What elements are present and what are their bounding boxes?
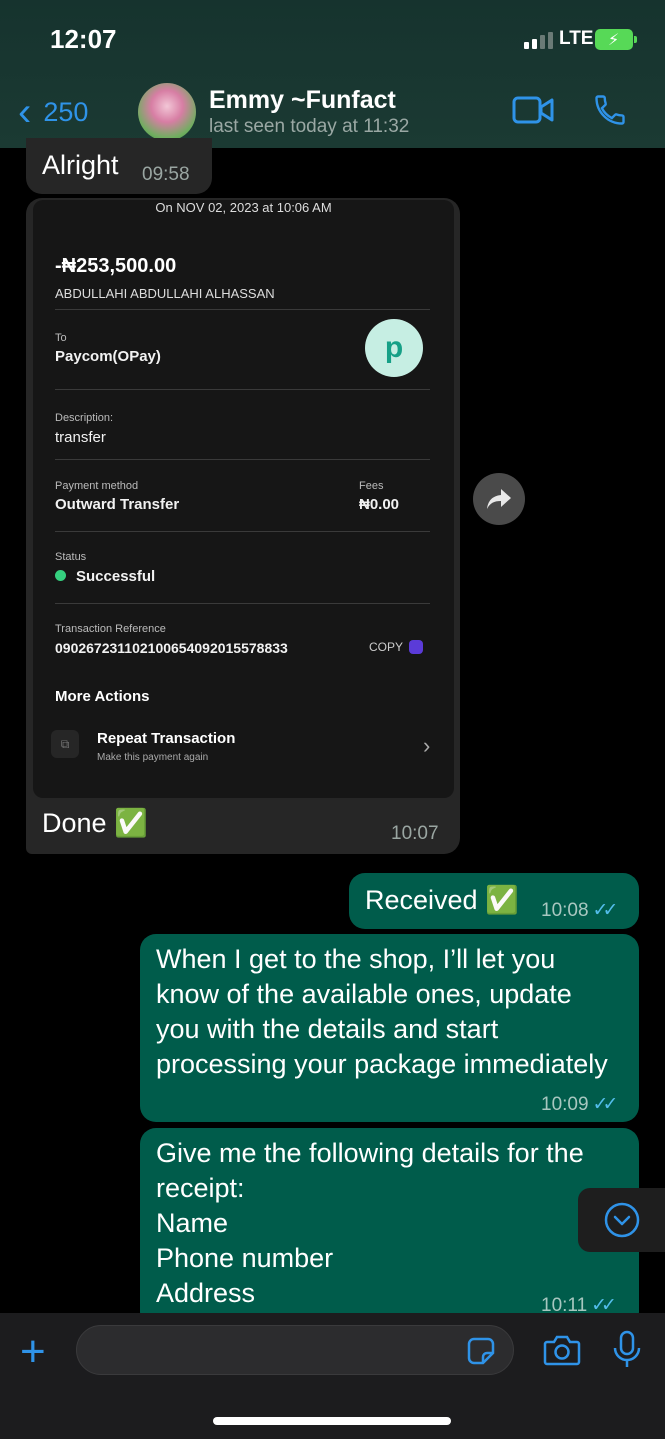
receipt-image[interactable]: On NOV 02, 2023 at 10:06 AM -₦253,500.00… (33, 200, 454, 798)
more-actions-heading: More Actions (55, 688, 150, 705)
opay-logo: p (365, 319, 423, 377)
scroll-to-bottom-button[interactable] (578, 1188, 665, 1252)
to-label: To (55, 332, 67, 344)
to-value: Paycom(OPay) (55, 348, 161, 365)
chevron-down-circle-icon (604, 1202, 639, 1238)
divider (55, 531, 430, 532)
outgoing-message[interactable]: Received ✅ 10:08 ✓✓ (349, 873, 639, 929)
forward-button[interactable] (473, 473, 525, 525)
message-time: 10:08 ✓✓ (541, 899, 619, 922)
status-time: 12:07 (50, 24, 117, 54)
message-text: Alright (42, 150, 119, 180)
fees-label: Fees (359, 480, 384, 492)
repeat-title: Repeat Transaction (97, 730, 236, 747)
copy-label: COPY (369, 640, 404, 654)
home-indicator (213, 1417, 451, 1425)
message-text: When I get to the shop, I’ll let you kno… (156, 942, 608, 1082)
message-time: 10:07 (391, 823, 439, 844)
copy-button: COPY (369, 640, 424, 654)
camera-icon[interactable] (543, 1334, 581, 1366)
signal-icon (524, 32, 553, 49)
contact-name[interactable]: Emmy ~Funfact (209, 86, 396, 115)
divider (55, 603, 430, 604)
back-button[interactable]: ‹ 250 (18, 92, 88, 132)
status-value: Successful (76, 568, 156, 585)
unread-count: 250 (43, 96, 89, 127)
divider (55, 309, 430, 310)
read-receipt-icon: ✓✓ (592, 900, 619, 921)
message-line: you with the details and start (156, 1014, 499, 1044)
chat-header: 12:07 LTE ⚡ ‹ 250 Emmy ~Funfact last see… (0, 0, 665, 148)
divider (55, 389, 430, 390)
message-line: Give me the following details for the (156, 1138, 584, 1168)
share-arrow-icon (487, 489, 511, 509)
time-text: 10:08 (541, 900, 589, 921)
network-type: LTE (559, 28, 594, 49)
outgoing-message[interactable]: When I get to the shop, I’ll let you kno… (140, 934, 639, 1122)
incoming-message[interactable]: Alright 09:58 (26, 138, 212, 194)
attach-plus-icon[interactable]: + (20, 1327, 46, 1377)
message-text: Received ✅ (365, 885, 519, 915)
repeat-subtitle: Make this payment again (97, 752, 209, 763)
receipt-amount: -₦253,500.00 (55, 255, 177, 277)
avatar[interactable] (138, 83, 196, 141)
message-text: Give me the following details for the re… (156, 1136, 584, 1311)
message-time: 10:09 ✓✓ (541, 1093, 619, 1116)
fees-value: ₦0.00 (359, 496, 400, 513)
last-seen-status: last seen today at 11:32 (209, 116, 410, 137)
success-dot-icon (55, 570, 66, 581)
chevron-left-icon: ‹ (18, 90, 32, 134)
reference-value: 090267231102100654092015578833 (55, 640, 288, 656)
microphone-icon[interactable] (612, 1330, 642, 1370)
description-label: Description: (55, 412, 114, 424)
sticker-icon[interactable] (466, 1336, 496, 1366)
message-line: processing your package immediately (156, 1049, 608, 1079)
message-text: Done ✅ (42, 808, 148, 838)
outgoing-message[interactable]: Give me the following details for the re… (140, 1128, 639, 1328)
message-line: Name (156, 1208, 229, 1238)
message-line: Address (156, 1278, 256, 1308)
chevron-right-icon: › (423, 733, 431, 758)
message-line: receipt: (156, 1173, 245, 1203)
repeat-icon: ⧉ (51, 730, 79, 758)
message-input[interactable] (76, 1325, 514, 1375)
composer-bar: + (0, 1313, 665, 1439)
video-call-icon[interactable] (512, 96, 554, 124)
payment-method-value: Outward Transfer (55, 496, 180, 513)
phone-call-icon[interactable] (592, 92, 628, 128)
time-text: 10:09 (541, 1094, 589, 1115)
status-label: Status (55, 551, 87, 563)
divider (55, 459, 430, 460)
battery-charging-icon: ⚡ (595, 29, 637, 50)
copy-icon (409, 640, 424, 654)
opay-logo-letter: p (384, 331, 404, 364)
reference-label: Transaction Reference (55, 623, 166, 635)
receipt-date: On NOV 02, 2023 at 10:06 AM (155, 200, 332, 215)
message-time: 09:58 (142, 164, 190, 185)
payment-method-label: Payment method (55, 480, 139, 492)
receipt-sender: ABDULLAHI ABDULLAHI ALHASSAN (55, 286, 275, 301)
read-receipt-icon: ✓✓ (592, 1094, 619, 1115)
message-line: know of the available ones, update (156, 979, 572, 1009)
message-line: When I get to the shop, I’ll let you (156, 944, 556, 974)
description-value: transfer (55, 429, 106, 446)
message-line: Phone number (156, 1243, 334, 1273)
